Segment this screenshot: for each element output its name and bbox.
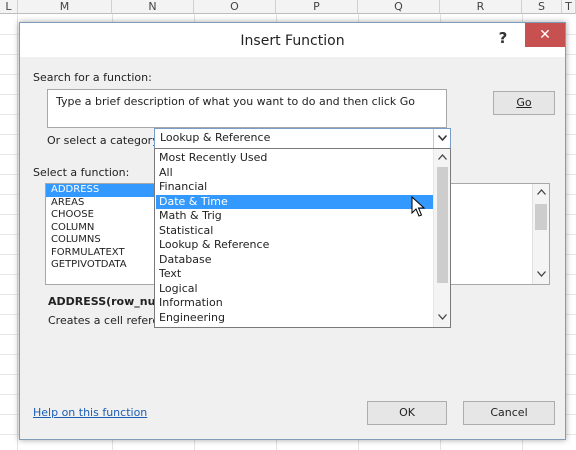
- dropdown-option[interactable]: Text: [156, 267, 435, 282]
- help-icon[interactable]: ?: [492, 28, 514, 48]
- go-button-label: Go: [516, 96, 532, 109]
- chevron-down-icon[interactable]: [533, 268, 549, 282]
- chevron-up-icon[interactable]: [434, 151, 450, 165]
- dropdown-option[interactable]: Information: [156, 296, 435, 311]
- column-header-q[interactable]: Q: [358, 0, 440, 14]
- close-button[interactable]: ✕: [525, 23, 565, 47]
- close-icon: ✕: [539, 27, 551, 43]
- dialog-titlebar[interactable]: Insert Function ? ✕: [20, 23, 565, 57]
- dropdown-option[interactable]: Most Recently Used: [156, 151, 435, 166]
- dropdown-option[interactable]: Engineering: [156, 311, 435, 326]
- help-on-function-link[interactable]: Help on this function: [33, 406, 147, 419]
- dropdown-scrollbar[interactable]: [433, 149, 450, 327]
- column-header-r[interactable]: R: [440, 0, 522, 14]
- search-input[interactable]: Type a brief description of what you wan…: [47, 89, 447, 128]
- search-label: Search for a function:: [33, 71, 152, 84]
- chevron-down-icon[interactable]: [434, 311, 450, 325]
- category-value: Lookup & Reference: [160, 131, 271, 144]
- dropdown-option[interactable]: Lookup & Reference: [156, 238, 435, 253]
- scrollbar-thumb[interactable]: [535, 204, 547, 230]
- dropdown-option[interactable]: All: [156, 166, 435, 181]
- column-header-m[interactable]: M: [18, 0, 112, 14]
- ok-button[interactable]: OK: [367, 401, 447, 425]
- column-header-l[interactable]: L: [0, 0, 18, 14]
- dropdown-option[interactable]: Logical: [156, 282, 435, 297]
- function-list-scrollbar[interactable]: [532, 184, 549, 284]
- column-header-s[interactable]: S: [522, 0, 562, 14]
- select-function-label: Select a function:: [33, 166, 130, 179]
- category-dropdown[interactable]: Most Recently Used All Financial Date & …: [154, 148, 451, 328]
- column-header-p[interactable]: P: [276, 0, 358, 14]
- dropdown-option[interactable]: Statistical: [156, 224, 435, 239]
- grid-line: [17, 14, 18, 450]
- category-select[interactable]: Lookup & Reference: [154, 128, 451, 149]
- chevron-down-icon[interactable]: [433, 129, 450, 148]
- go-button[interactable]: Go: [493, 91, 555, 115]
- dropdown-option[interactable]: Database: [156, 253, 435, 268]
- category-label: Or select a category:: [47, 134, 162, 147]
- cancel-button[interactable]: Cancel: [463, 401, 555, 425]
- dropdown-option[interactable]: Math & Trig: [156, 209, 435, 224]
- column-header-o[interactable]: O: [194, 0, 276, 14]
- dialog-title: Insert Function: [240, 33, 345, 49]
- chevron-up-icon[interactable]: [533, 186, 549, 200]
- arrow-cursor-icon: [411, 196, 426, 217]
- scrollbar-thumb[interactable]: [437, 167, 448, 283]
- dropdown-option-hovered[interactable]: Date & Time: [156, 194, 435, 209]
- column-header-n[interactable]: N: [112, 0, 194, 14]
- dropdown-option[interactable]: Financial: [156, 180, 435, 195]
- column-header-t[interactable]: T: [562, 0, 576, 14]
